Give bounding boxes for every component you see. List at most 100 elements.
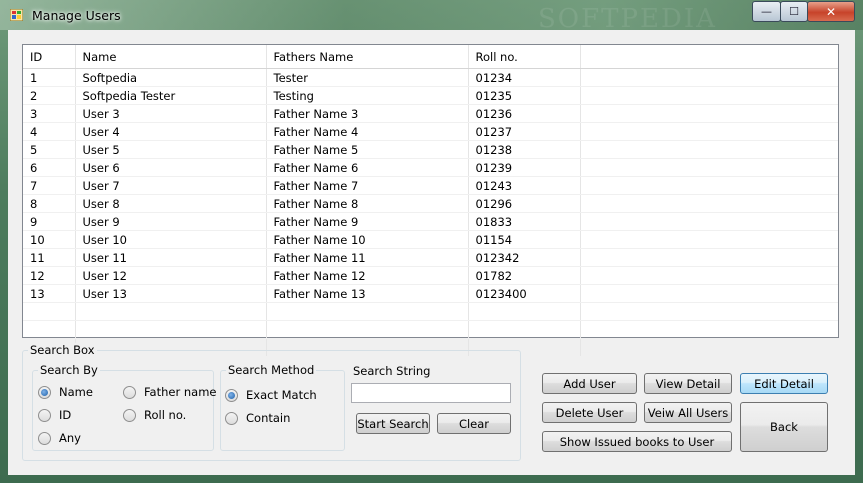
- radio-search-by-name[interactable]: Name: [38, 385, 93, 399]
- cell-name: User 7: [75, 176, 267, 195]
- cell-filler: [580, 302, 838, 321]
- cell-id: 2: [23, 86, 76, 105]
- column-header-filler: [580, 45, 838, 69]
- back-button[interactable]: Back: [740, 402, 828, 452]
- users-table: ID Name Fathers Name Roll no. 1 Softpedia…: [23, 45, 838, 357]
- cell-fathers-name: Father Name 11: [266, 248, 469, 267]
- search-method-label: Search Method: [226, 363, 317, 377]
- table-row[interactable]: 9 User 9 Father Name 9 01833: [23, 212, 838, 231]
- radio-unchecked-icon: [225, 411, 238, 425]
- table-row[interactable]: 10 User 10 Father Name 10 01154: [23, 230, 838, 249]
- column-header-name[interactable]: Name: [75, 45, 267, 69]
- cell-filler: [580, 140, 838, 159]
- cell-fathers-name: [266, 320, 469, 339]
- cell-name: User 4: [75, 122, 267, 141]
- app-icon: [10, 9, 23, 21]
- radio-search-by-roll-no[interactable]: Roll no.: [123, 408, 186, 422]
- table-row[interactable]: 2 Softpedia Tester Testing 01235: [23, 86, 838, 105]
- cell-filler: [580, 212, 838, 231]
- radio-unchecked-icon: [123, 408, 136, 422]
- table-row[interactable]: [23, 302, 838, 321]
- radio-search-by-id[interactable]: ID: [38, 408, 71, 422]
- client-area: ID Name Fathers Name Roll no. 1 Softpedia…: [8, 30, 855, 475]
- cell-fathers-name: Father Name 13: [266, 284, 469, 303]
- radio-exact-match[interactable]: Exact Match: [225, 388, 317, 402]
- maximize-button[interactable]: ☐: [780, 1, 808, 22]
- cell-name: User 9: [75, 212, 267, 231]
- cell-id: [23, 302, 76, 321]
- table-row[interactable]: 12 User 12 Father Name 12 01782: [23, 266, 838, 285]
- cell-name: User 6: [75, 158, 267, 177]
- cell-filler: [580, 194, 838, 213]
- maximize-icon: ☐: [789, 5, 799, 18]
- close-button[interactable]: ✕: [807, 1, 855, 22]
- cell-id: 4: [23, 122, 76, 141]
- minimize-icon: —: [761, 5, 772, 18]
- cell-filler: [580, 338, 838, 357]
- cell-filler: [580, 86, 838, 105]
- clear-button[interactable]: Clear: [437, 413, 511, 434]
- view-detail-button[interactable]: View Detail: [644, 373, 732, 394]
- column-header-fathers-name[interactable]: Fathers Name: [266, 45, 469, 69]
- cell-fathers-name: Father Name 3: [266, 104, 469, 123]
- table-row[interactable]: 7 User 7 Father Name 7 01243: [23, 176, 838, 195]
- cell-roll-no: 012342: [468, 248, 581, 267]
- show-issued-books-button[interactable]: Show Issued books to User: [542, 431, 732, 452]
- cell-fathers-name: [266, 302, 469, 321]
- column-header-roll-no[interactable]: Roll no.: [468, 45, 581, 69]
- cell-roll-no: 01154: [468, 230, 581, 249]
- table-row[interactable]: 3 User 3 Father Name 3 01236: [23, 104, 838, 123]
- cell-fathers-name: Father Name 6: [266, 158, 469, 177]
- cell-id: 3: [23, 104, 76, 123]
- cell-id: 8: [23, 194, 76, 213]
- cell-id: 9: [23, 212, 76, 231]
- radio-search-by-father-name[interactable]: Father name: [123, 385, 216, 399]
- cell-id: 10: [23, 230, 76, 249]
- cell-name: User 3: [75, 104, 267, 123]
- users-grid[interactable]: ID Name Fathers Name Roll no. 1 Softpedia…: [22, 44, 839, 357]
- cell-roll-no: 01833: [468, 212, 581, 231]
- cell-name: User 11: [75, 248, 267, 267]
- cell-roll-no: 01237: [468, 122, 581, 141]
- start-search-button[interactable]: Start Search: [356, 413, 430, 434]
- grid-body: 1 Softpedia Tester 01234 2 Softpedia Tester Te…: [23, 68, 838, 357]
- cell-fathers-name: Father Name 7: [266, 176, 469, 195]
- cell-id: 12: [23, 266, 76, 285]
- add-user-button[interactable]: Add User: [542, 373, 637, 394]
- cell-id: 11: [23, 248, 76, 267]
- table-row[interactable]: 8 User 8 Father Name 8 01296: [23, 194, 838, 213]
- search-string-label: Search String: [351, 364, 433, 378]
- cell-fathers-name: Father Name 9: [266, 212, 469, 231]
- delete-user-button[interactable]: Delete User: [542, 402, 637, 423]
- radio-checked-icon: [38, 385, 51, 399]
- search-string-input[interactable]: [351, 383, 511, 403]
- cell-fathers-name: Father Name 4: [266, 122, 469, 141]
- edit-detail-button[interactable]: Edit Detail: [740, 373, 828, 394]
- cell-id: 6: [23, 158, 76, 177]
- cell-fathers-name: Father Name 8: [266, 194, 469, 213]
- cell-name: User 12: [75, 266, 267, 285]
- table-row[interactable]: 5 User 5 Father Name 5 01238: [23, 140, 838, 159]
- cell-filler: [580, 104, 838, 123]
- table-row[interactable]: 4 User 4 Father Name 4 01237: [23, 122, 838, 141]
- view-all-users-button[interactable]: Veiw All Users: [644, 402, 732, 423]
- radio-search-by-any[interactable]: Any: [38, 431, 81, 445]
- cell-roll-no: [468, 302, 581, 321]
- column-header-id[interactable]: ID: [23, 45, 76, 69]
- title-bar[interactable]: Manage Users — ☐ ✕: [0, 0, 863, 30]
- cell-roll-no: 01296: [468, 194, 581, 213]
- window-title: Manage Users: [32, 8, 121, 23]
- table-row[interactable]: [23, 320, 838, 339]
- table-row[interactable]: 11 User 11 Father Name 11 012342: [23, 248, 838, 267]
- cell-roll-no: 01243: [468, 176, 581, 195]
- table-row[interactable]: 6 User 6 Father Name 6 01239: [23, 158, 838, 177]
- cell-fathers-name: Tester: [266, 68, 469, 87]
- minimize-button[interactable]: —: [752, 1, 781, 22]
- table-row[interactable]: 1 Softpedia Tester 01234: [23, 68, 838, 87]
- table-row[interactable]: 13 User 13 Father Name 13 0123400: [23, 284, 838, 303]
- cell-roll-no: 01234: [468, 68, 581, 87]
- radio-checked-icon: [225, 388, 238, 402]
- cell-filler: [580, 68, 838, 87]
- cell-name: [75, 320, 267, 339]
- radio-contain[interactable]: Contain: [225, 411, 290, 425]
